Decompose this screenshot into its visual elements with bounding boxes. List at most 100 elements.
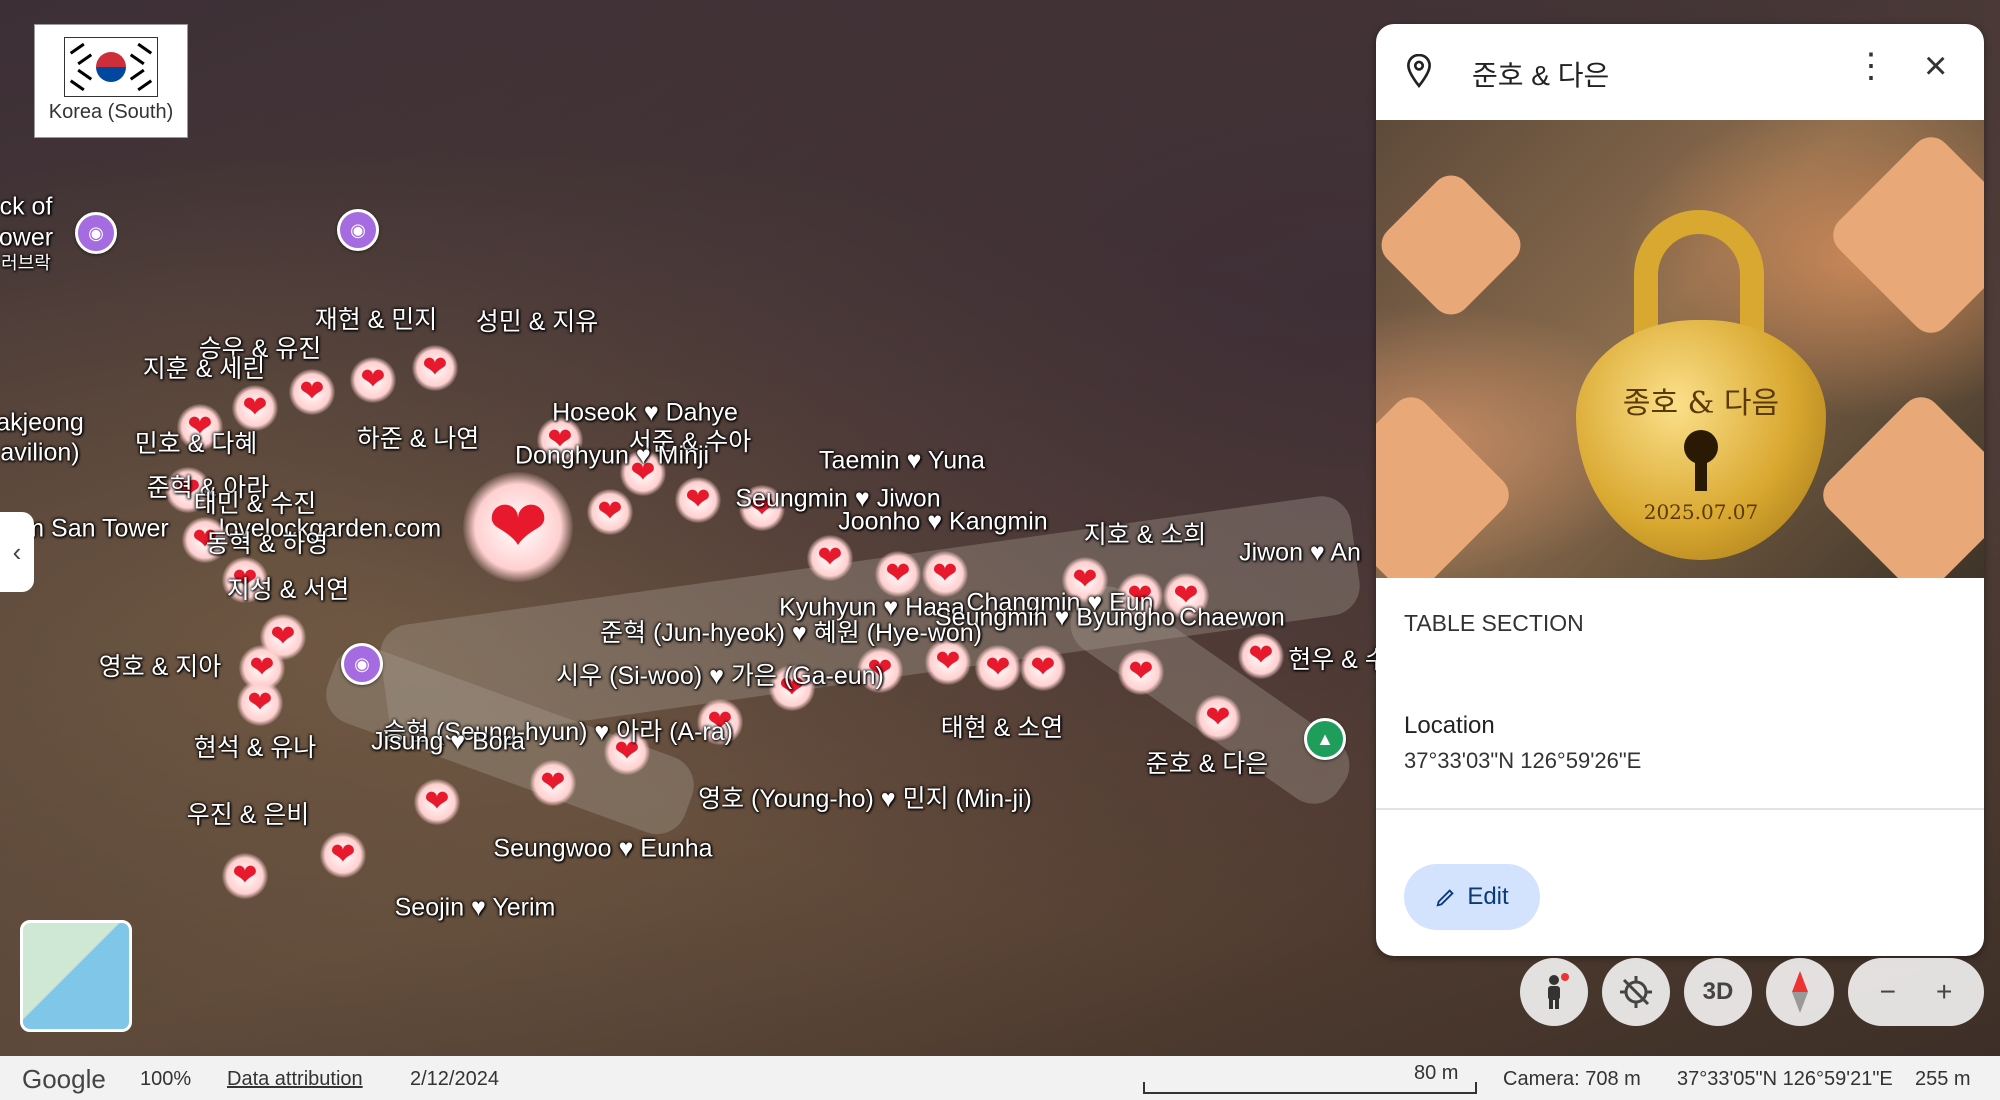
heart-pin-icon[interactable]: ❤: [1195, 695, 1241, 741]
couple-label[interactable]: 우진 & 은비: [187, 795, 310, 831]
wooden-heart-lock: [1376, 167, 1529, 323]
location-off-icon: [1620, 976, 1652, 1008]
gold-padlock: 종호 & 다음 2025.07.07: [1576, 210, 1826, 560]
country-label: Korea (South): [48, 101, 174, 123]
couple-label[interactable]: 지훈 & 세린: [143, 349, 266, 385]
map-edge-label: m San Tower: [23, 514, 169, 543]
zoom-in-button[interactable]: +: [1936, 976, 1952, 1008]
couple-label[interactable]: 재현 & 민지: [315, 300, 438, 336]
couple-label[interactable]: 준혁 (Jun-hyeok) ♥ 혜원 (Hye-won): [600, 613, 982, 649]
couple-label[interactable]: 영호 & 지아: [99, 647, 222, 683]
my-location-button[interactable]: [1602, 958, 1670, 1026]
panel-header: 준호 & 다은 ⋮ ×: [1376, 24, 1984, 120]
heart-pin-icon[interactable]: ❤: [1238, 633, 1284, 679]
chevron-left-icon: ‹: [12, 536, 22, 567]
elevation: 255 m: [1915, 1068, 1971, 1090]
couple-label[interactable]: 하준 & 나연: [357, 419, 480, 455]
heart-pin-icon[interactable]: ❤: [975, 645, 1021, 691]
imagery-date: 2/12/2024: [410, 1068, 499, 1090]
pegman-button[interactable]: [1520, 958, 1588, 1026]
wooden-heart-lock: [1824, 128, 1984, 342]
compass-button[interactable]: [1766, 958, 1834, 1026]
location-pin-icon: [1407, 54, 1431, 88]
couple-label[interactable]: 준호 & 다은: [1146, 744, 1269, 780]
location-label: Location: [1404, 712, 1495, 739]
wooden-heart-lock: [1376, 388, 1518, 578]
couple-label[interactable]: 태민 & 수진: [194, 484, 317, 520]
scale-bar: [1143, 1082, 1477, 1094]
heart-pin-icon[interactable]: ❤: [922, 551, 968, 597]
location-value: 37°33'03"N 126°59'26"E: [1404, 748, 1642, 773]
pencil-icon: [1436, 889, 1455, 907]
lock-date: 2025.07.07: [1643, 500, 1759, 524]
map-edge-label: ck of: [0, 192, 53, 221]
couple-label[interactable]: 현석 & 유나: [194, 728, 317, 764]
couple-label[interactable]: 시우 (Si-woo) ♥ 가은 (Ga-eun): [556, 656, 884, 692]
couple-label[interactable]: Chaewon: [1179, 604, 1285, 633]
camera-altitude: Camera: 708 m: [1503, 1068, 1641, 1090]
edit-button[interactable]: Edit: [1404, 864, 1540, 930]
map-edge-label: 러브락: [1, 253, 51, 273]
couple-label[interactable]: Donghyun ♥ Minji: [515, 442, 709, 471]
couple-label[interactable]: Seungwoo ♥ Eunha: [493, 835, 712, 864]
data-attribution-link[interactable]: Data attribution: [227, 1068, 363, 1091]
couple-label[interactable]: 현우 & 수: [1288, 640, 1388, 676]
couple-label[interactable]: Jisung ♥ Bora: [371, 728, 525, 757]
couple-label[interactable]: 민호 & 다혜: [135, 424, 258, 460]
cursor-coordinates: 37°33'05"N 126°59'21"E: [1677, 1068, 1893, 1090]
map-edge-label: akjeong: [0, 408, 84, 437]
couple-label[interactable]: Seojin ♥ Yerim: [395, 894, 556, 923]
heart-pin-icon[interactable]: ❤: [320, 832, 366, 878]
heart-pin-icon[interactable]: ❤: [875, 551, 921, 597]
couple-label[interactable]: Joonho ♥ Kangmin: [838, 508, 1047, 537]
more-vert-icon[interactable]: ⋮: [1854, 46, 1888, 86]
heart-pin-icon[interactable]: ❤: [807, 535, 853, 581]
camera-poi-icon[interactable]: ◉: [341, 643, 383, 685]
status-bar: Google 100% Data attribution 2/12/2024 8…: [0, 1056, 2000, 1100]
heart-pin-icon[interactable]: ❤: [1020, 645, 1066, 691]
korea-flag-icon: [64, 37, 158, 97]
close-icon[interactable]: ×: [1924, 44, 1947, 89]
zoom-control: − +: [1848, 958, 1984, 1026]
heart-pin-icon[interactable]: ❤: [675, 477, 721, 523]
couple-label[interactable]: 영호 (Young-ho) ♥ 민지 (Min-ji): [698, 779, 1032, 815]
couple-label[interactable]: 동혁 & 하영: [206, 524, 329, 560]
couple-label[interactable]: 지호 & 소희: [1084, 515, 1207, 551]
google-logo: Google: [22, 1064, 106, 1094]
toggle-3d-button[interactable]: 3D: [1684, 958, 1752, 1026]
pegman-icon: [1548, 973, 1569, 1009]
edit-label: Edit: [1467, 883, 1509, 910]
heart-pin-icon[interactable]: ❤: [463, 472, 573, 582]
minimap-thumbnail[interactable]: [20, 920, 132, 1032]
heart-pin-icon[interactable]: ❤: [587, 489, 633, 535]
couple-label[interactable]: 태현 & 소연: [941, 708, 1064, 744]
couple-label[interactable]: Taemin ♥ Yuna: [819, 447, 985, 476]
divider: [1376, 808, 1984, 810]
panel-title: 준호 & 다은: [1472, 60, 1610, 91]
heart-pin-icon[interactable]: ❤: [1118, 649, 1164, 695]
zoom-level: 100%: [140, 1068, 192, 1090]
camera-poi-icon[interactable]: ◉: [337, 209, 379, 251]
country-flag-card[interactable]: Korea (South): [34, 24, 188, 138]
section-heading: TABLE SECTION: [1404, 610, 1584, 636]
map-edge-label: avilion): [0, 438, 80, 467]
heart-pin-icon[interactable]: ❤: [530, 760, 576, 806]
heart-pin-icon[interactable]: ❤: [237, 680, 283, 726]
place-photo[interactable]: 종호 & 다음 2025.07.07: [1376, 120, 1984, 578]
couple-label[interactable]: 성민 & 지유: [476, 302, 599, 338]
couple-label[interactable]: Jiwon ♥ An: [1239, 539, 1361, 568]
park-poi-icon[interactable]: ▲: [1304, 718, 1346, 760]
couple-label[interactable]: 지성 & 서연: [227, 570, 350, 606]
wooden-heart-lock: [1814, 388, 1984, 578]
zoom-out-button[interactable]: −: [1880, 976, 1896, 1008]
heart-pin-icon[interactable]: ❤: [289, 369, 335, 415]
lock-engraving: 종호 & 다음: [1622, 386, 1780, 421]
heart-pin-icon[interactable]: ❤: [412, 345, 458, 391]
compass-icon: [1792, 971, 1808, 1013]
heart-pin-icon[interactable]: ❤: [350, 357, 396, 403]
heart-pin-icon[interactable]: ❤: [414, 779, 460, 825]
place-details-panel: 준호 & 다은 ⋮ × 종호 & 다음 2025.07.07 TABLE SEC…: [1376, 24, 1984, 956]
camera-poi-icon[interactable]: ◉: [75, 212, 117, 254]
collapse-sidebar-button[interactable]: ‹: [0, 512, 34, 592]
heart-pin-icon[interactable]: ❤: [222, 853, 268, 899]
